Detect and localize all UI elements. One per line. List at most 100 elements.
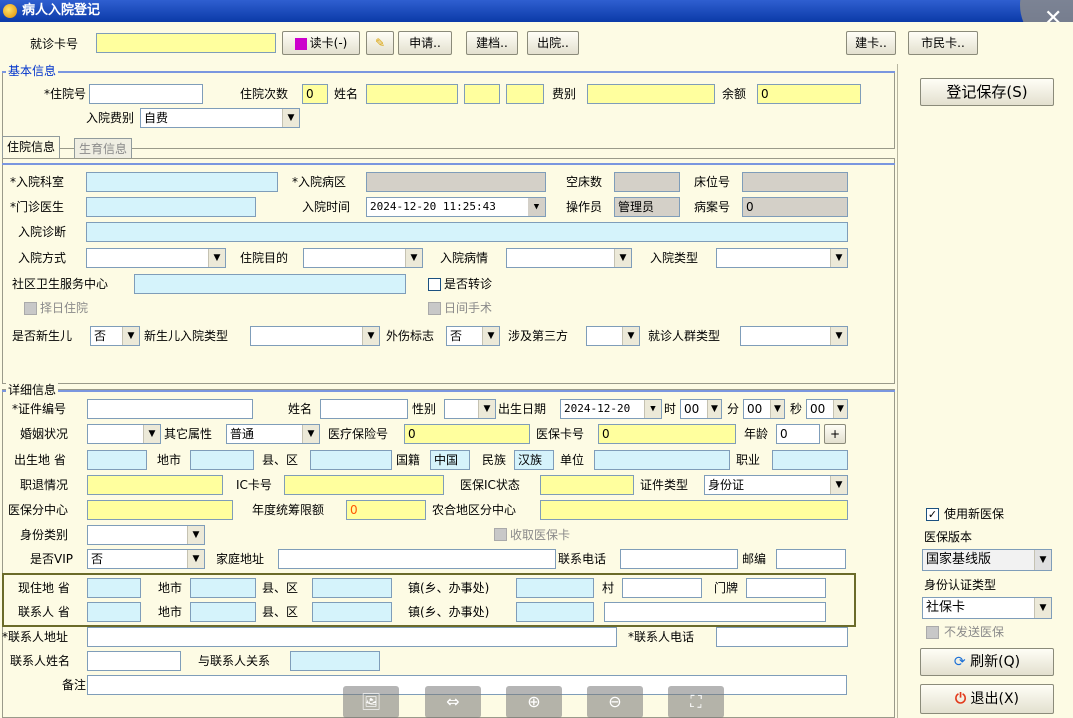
- village-input[interactable]: [622, 578, 702, 598]
- bed-no-input[interactable]: [742, 172, 848, 192]
- contact-street-input[interactable]: [516, 602, 594, 622]
- chevron-down-icon: ▼: [362, 327, 379, 345]
- phone-input[interactable]: [620, 549, 738, 569]
- name-input[interactable]: [366, 84, 458, 104]
- citizen-card-button[interactable]: 市民卡..: [908, 31, 978, 55]
- admit-way-select[interactable]: ▼: [86, 248, 226, 268]
- birthplace-prov-input[interactable]: [87, 450, 147, 470]
- apply-button[interactable]: 申请..: [398, 31, 452, 55]
- admit-type-select[interactable]: ▼: [716, 248, 848, 268]
- community-input[interactable]: [134, 274, 406, 294]
- job-input[interactable]: [772, 450, 848, 470]
- no-send-checkbox[interactable]: [926, 626, 939, 639]
- doctor-input[interactable]: [86, 197, 256, 217]
- fit-width-icon[interactable]: ⇔: [425, 686, 481, 718]
- ins-center-input[interactable]: [87, 500, 233, 520]
- id-cat-select[interactable]: ▼: [87, 525, 205, 545]
- contact-county-input[interactable]: [312, 602, 392, 622]
- house-no-input[interactable]: [746, 578, 826, 598]
- times-input[interactable]: 0: [302, 84, 328, 104]
- read-card-button[interactable]: 读卡(-): [282, 31, 360, 55]
- version-select[interactable]: 国家基线版 ▼: [922, 549, 1052, 571]
- marital-select[interactable]: ▼: [87, 424, 161, 444]
- fullscreen-icon[interactable]: ⛶: [668, 686, 724, 718]
- injury-select[interactable]: 否 ▼: [446, 326, 500, 346]
- contact-name-input[interactable]: [87, 651, 181, 671]
- create-card-button[interactable]: 建卡..: [846, 31, 896, 55]
- crowd-type-select[interactable]: ▼: [740, 326, 848, 346]
- ethnic-input[interactable]: 汉族: [514, 450, 554, 470]
- dept-input[interactable]: [86, 172, 278, 192]
- birth-picker[interactable]: 2024-12-20 ▼: [560, 399, 662, 419]
- discharge-button[interactable]: 出院..: [527, 31, 579, 55]
- current-street-input[interactable]: [516, 578, 594, 598]
- purpose-select[interactable]: ▼: [303, 248, 423, 268]
- vip-select[interactable]: 否 ▼: [87, 549, 205, 569]
- empty-beds-label: 空床数: [566, 175, 603, 189]
- inpatient-no-input[interactable]: [89, 84, 203, 104]
- transfer-checkbox[interactable]: [428, 278, 441, 291]
- condition-select[interactable]: ▼: [506, 248, 632, 268]
- balance-input[interactable]: 0: [757, 84, 861, 104]
- refresh-button[interactable]: ⟳ 刷新(Q): [920, 648, 1054, 676]
- card-input[interactable]: [96, 33, 276, 53]
- birth-city-input[interactable]: [190, 450, 254, 470]
- tab-birth-info[interactable]: 生育信息: [74, 138, 133, 158]
- other-attr-select[interactable]: 普通 ▼: [226, 424, 320, 444]
- ic-state-input[interactable]: [540, 475, 634, 495]
- ward-input[interactable]: [366, 172, 546, 192]
- auth-select[interactable]: 社保卡 ▼: [922, 597, 1052, 619]
- cert-no-input[interactable]: [87, 399, 253, 419]
- rural-center-input[interactable]: [540, 500, 848, 520]
- cert-type-select[interactable]: 身份证 ▼: [704, 475, 848, 495]
- ic-no-input[interactable]: [284, 475, 444, 495]
- admit-fee-select[interactable]: 自费 ▼: [140, 108, 300, 128]
- contact-city-input[interactable]: [190, 602, 256, 622]
- exit-button[interactable]: ⏻ 退出(X): [920, 684, 1054, 714]
- newborn-type-select[interactable]: ▼: [250, 326, 380, 346]
- admit-time-picker[interactable]: 2024-12-20 11:25:43 ▼: [366, 197, 546, 217]
- sex-select[interactable]: ▼: [444, 399, 496, 419]
- current-county-input[interactable]: [312, 578, 392, 598]
- name-input-3[interactable]: [506, 84, 544, 104]
- third-party-select[interactable]: ▼: [586, 326, 640, 346]
- nation-input[interactable]: 中国: [430, 450, 470, 470]
- newborn-select[interactable]: 否 ▼: [90, 326, 140, 346]
- clear-button[interactable]: ✎: [366, 31, 394, 55]
- collect-card-checkbox[interactable]: [494, 528, 507, 541]
- retire-input[interactable]: [87, 475, 223, 495]
- age-plus-button[interactable]: +: [824, 424, 846, 444]
- relation-input[interactable]: [290, 651, 380, 671]
- contact-phone-input[interactable]: [716, 627, 848, 647]
- fee-input[interactable]: [587, 84, 715, 104]
- detail-name-input[interactable]: [320, 399, 408, 419]
- current-prov-input[interactable]: [87, 578, 141, 598]
- zoom-out-icon[interactable]: ⊖: [587, 686, 643, 718]
- sec-select[interactable]: 00 ▼: [806, 399, 848, 419]
- select-day-checkbox[interactable]: [24, 302, 37, 315]
- hour-select[interactable]: 00 ▼: [680, 399, 722, 419]
- transfer-label: 是否转诊: [444, 277, 493, 291]
- image-icon[interactable]: 🖼: [343, 686, 399, 718]
- zoom-in-icon[interactable]: ⊕: [506, 686, 562, 718]
- use-new-checkbox[interactable]: ✓: [926, 508, 939, 521]
- card-no-input[interactable]: 0: [598, 424, 736, 444]
- create-file-button[interactable]: 建档..: [466, 31, 518, 55]
- zip-input[interactable]: [776, 549, 846, 569]
- day-surgery-checkbox[interactable]: [428, 302, 441, 315]
- insurance-no-input[interactable]: 0: [404, 424, 530, 444]
- min-select[interactable]: 00 ▼: [743, 399, 785, 419]
- home-addr-input[interactable]: [278, 549, 556, 569]
- annual-input[interactable]: 0: [346, 500, 426, 520]
- save-button[interactable]: 登记保存(S): [920, 78, 1054, 106]
- contact-prov-input[interactable]: [87, 602, 141, 622]
- contact-addr-input[interactable]: [87, 627, 617, 647]
- birth-county-input[interactable]: [310, 450, 392, 470]
- name-input-2[interactable]: [464, 84, 500, 104]
- diagnosis-input[interactable]: [86, 222, 848, 242]
- tab-hospital-info[interactable]: 住院信息: [2, 136, 61, 158]
- unit-input[interactable]: [594, 450, 730, 470]
- current-city-input[interactable]: [190, 578, 256, 598]
- age-input[interactable]: 0: [776, 424, 820, 444]
- contact-detail-input[interactable]: [604, 602, 826, 622]
